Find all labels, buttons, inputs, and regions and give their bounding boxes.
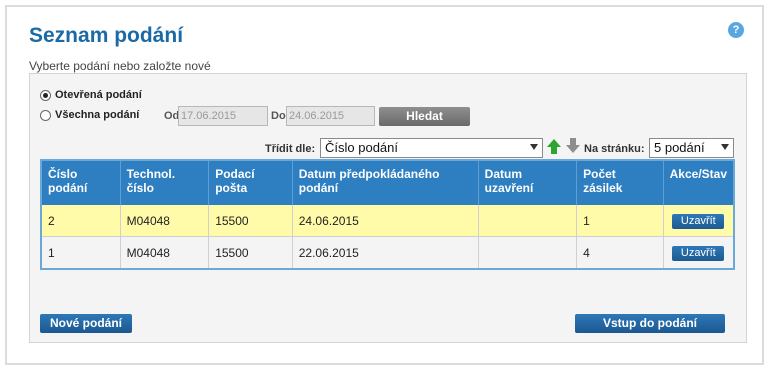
column-header-akce: Akce/Stav (663, 160, 734, 205)
sort-select-value: Číslo podání (325, 140, 398, 155)
column-header-technol[interactable]: Technol. číslo (120, 160, 210, 205)
table-header-row: Číslo podání Technol. číslo Podací pošta… (41, 160, 734, 205)
cell-akce: Uzavřít (663, 236, 734, 270)
radio-button-checked[interactable] (40, 89, 51, 101)
column-header-pocet[interactable]: Počet zásilek (576, 160, 664, 205)
sort-label: Třídit dle: (265, 143, 316, 155)
cell-datum-uz (478, 205, 578, 237)
cell-pocet: 1 (576, 205, 664, 237)
cell-pocet: 4 (576, 236, 664, 270)
cell-technol: M04048 (120, 205, 210, 237)
sort-descending-icon[interactable] (566, 145, 580, 153)
submissions-table: Číslo podání Technol. číslo Podací pošta… (40, 159, 735, 270)
radio-open-label: Otevřená podání (55, 89, 142, 101)
per-page-label: Na stránku: (584, 143, 645, 155)
chevron-down-icon (721, 144, 729, 150)
cell-posta: 15500 (208, 236, 293, 270)
new-submission-button[interactable]: Nové podání (40, 314, 132, 333)
radio-button-unchecked[interactable] (40, 109, 51, 121)
date-from-label: Od (164, 110, 180, 122)
cell-cislo: 2 (41, 205, 121, 237)
sort-descending-icon-stem (570, 138, 576, 145)
page-subtitle: Vyberte podání nebo založte nové (29, 59, 211, 73)
radio-all-submissions[interactable]: Všechna podání (40, 109, 139, 121)
column-header-posta[interactable]: Podací pošta (208, 160, 293, 205)
page-title: Seznam podání (29, 24, 184, 47)
column-header-cislo[interactable]: Číslo podání (41, 160, 121, 205)
cell-technol: M04048 (120, 236, 210, 270)
radio-open-submissions[interactable]: Otevřená podání (40, 89, 142, 101)
sort-select[interactable]: Číslo podání (320, 138, 543, 158)
cell-akce: Uzavřít (663, 205, 734, 237)
search-button[interactable]: Hledat (379, 107, 470, 126)
close-submission-button[interactable]: Uzavřít (672, 245, 725, 261)
date-to-label: Do (271, 110, 286, 122)
cell-datum-pred: 24.06.2015 (292, 205, 479, 237)
per-page-select-value: 5 podání (654, 140, 705, 155)
cell-cislo: 1 (41, 236, 121, 270)
cell-datum-pred: 22.06.2015 (292, 236, 479, 270)
close-submission-button[interactable]: Uzavřít (672, 213, 725, 229)
table-row[interactable]: 2 M04048 15500 24.06.2015 1 Uzavřít (41, 205, 734, 237)
sort-ascending-icon-stem (551, 147, 557, 154)
chevron-down-icon (530, 144, 538, 150)
cell-posta: 15500 (208, 205, 293, 237)
sort-ascending-icon[interactable] (547, 139, 561, 147)
radio-all-label: Všechna podání (55, 109, 140, 121)
per-page-select[interactable]: 5 podání (649, 138, 734, 158)
column-header-datum-pred[interactable]: Datum předpokládaného podání (292, 160, 479, 205)
cell-datum-uz (478, 236, 578, 270)
help-icon[interactable]: ? (728, 22, 744, 38)
date-to-input[interactable]: 24.06.2015 (286, 106, 375, 126)
column-header-datum-uz[interactable]: Datum uzavření (478, 160, 578, 205)
table-row[interactable]: 1 M04048 15500 22.06.2015 4 Uzavřít (41, 236, 734, 270)
date-from-input[interactable]: 17.06.2015 (178, 106, 268, 126)
enter-submission-button[interactable]: Vstup do podání (575, 314, 725, 333)
